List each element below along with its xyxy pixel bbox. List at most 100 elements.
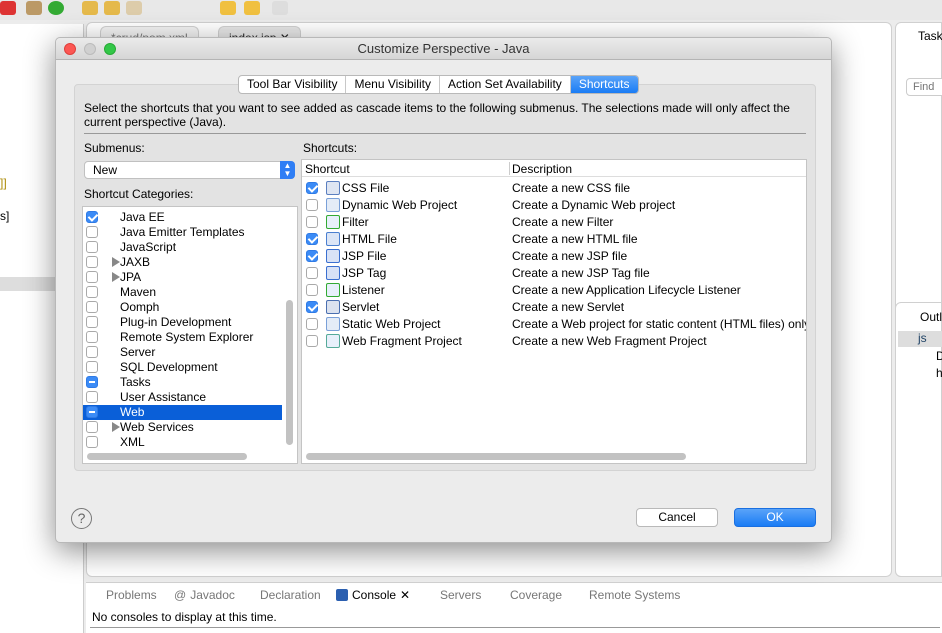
category-row[interactable]: JavaScript — [83, 240, 297, 255]
expand-triangle-icon[interactable] — [112, 272, 120, 282]
category-label: User Assistance — [120, 390, 207, 404]
shortcut-row[interactable]: Servlet Create a new Servlet — [302, 299, 806, 316]
toolbar-icon[interactable] — [26, 1, 42, 15]
category-row[interactable]: Tasks — [83, 375, 297, 390]
category-row[interactable]: SQL Development — [83, 360, 297, 375]
expand-triangle-icon[interactable] — [112, 257, 120, 267]
tab-tool-bar-visibility[interactable]: Tool Bar Visibility — [239, 76, 347, 93]
category-checkbox[interactable] — [86, 301, 98, 313]
tab-label: Coverage — [510, 588, 563, 602]
shortcut-checkbox[interactable] — [306, 199, 318, 211]
category-checkbox[interactable] — [86, 421, 98, 433]
category-row[interactable]: JPA — [83, 270, 297, 285]
tab-coverage[interactable]: Coverage — [496, 588, 562, 602]
tab-remote-systems[interactable]: Remote Systems — [575, 588, 680, 602]
category-row[interactable]: Oomph — [83, 300, 297, 315]
category-row[interactable]: Web Services — [83, 420, 297, 435]
outline-item[interactable]: js — [898, 331, 942, 347]
css-file-icon — [326, 181, 340, 195]
tab-console[interactable]: Console ✕ — [336, 588, 410, 602]
console-message: No consoles to display at this time. — [92, 610, 277, 624]
outline-tab[interactable]: Outl — [920, 310, 942, 324]
back-icon[interactable] — [220, 1, 236, 15]
zoom-button[interactable] — [104, 43, 116, 55]
category-checkbox[interactable] — [86, 286, 98, 298]
category-row[interactable]: Remote System Explorer — [83, 330, 297, 345]
servlet-icon — [326, 300, 340, 314]
categories-list[interactable]: Java EE Java Emitter Templates JavaScript J… — [82, 206, 298, 464]
toolbar-icon[interactable] — [104, 1, 120, 15]
toolbar-icon[interactable] — [48, 1, 64, 15]
shortcut-row[interactable]: Listener Create a new Application Lifecyc… — [302, 282, 806, 299]
shortcut-row[interactable]: Dynamic Web Project Create a Dynamic Web … — [302, 197, 806, 214]
category-row[interactable]: XML — [83, 435, 297, 450]
help-button[interactable]: ? — [71, 508, 92, 529]
close-button[interactable] — [64, 43, 76, 55]
tab-action-set-availability[interactable]: Action Set Availability — [440, 76, 571, 93]
category-checkbox[interactable] — [86, 256, 98, 268]
category-checkbox[interactable] — [86, 376, 98, 388]
shortcut-row[interactable]: Static Web Project Create a Web project f… — [302, 316, 806, 333]
horizontal-scrollbar[interactable] — [87, 453, 247, 460]
category-checkbox[interactable] — [86, 271, 98, 283]
shortcut-checkbox[interactable] — [306, 335, 318, 347]
shortcut-checkbox[interactable] — [306, 318, 318, 330]
tab-servers[interactable]: Servers — [426, 588, 481, 602]
column-header-description[interactable]: Description — [512, 162, 572, 176]
category-checkbox[interactable] — [86, 211, 98, 223]
forward-icon[interactable] — [272, 1, 288, 15]
minimize-button[interactable] — [84, 43, 96, 55]
category-checkbox[interactable] — [86, 226, 98, 238]
category-checkbox[interactable] — [86, 406, 98, 418]
category-row[interactable]: JAXB — [83, 255, 297, 270]
shortcut-checkbox[interactable] — [306, 284, 318, 296]
expand-triangle-icon[interactable] — [112, 422, 120, 432]
outline-item[interactable]: h — [936, 366, 942, 380]
find-input[interactable] — [906, 78, 942, 96]
category-checkbox[interactable] — [86, 346, 98, 358]
category-row[interactable]: User Assistance — [83, 390, 297, 405]
category-row[interactable]: Plug-in Development — [83, 315, 297, 330]
shortcut-checkbox[interactable] — [306, 233, 318, 245]
shortcuts-table[interactable]: Shortcut Description CSS File Create a ne… — [301, 159, 807, 464]
category-checkbox[interactable] — [86, 316, 98, 328]
ok-button[interactable]: OK — [734, 508, 816, 527]
shortcut-row[interactable]: Filter Create a new Filter — [302, 214, 806, 231]
tab-shortcuts[interactable]: Shortcuts — [570, 76, 638, 93]
category-checkbox[interactable] — [86, 391, 98, 403]
shortcut-row[interactable]: CSS File Create a new CSS file — [302, 180, 806, 197]
horizontal-scrollbar[interactable] — [306, 453, 686, 460]
category-row[interactable]: Java EE — [83, 210, 297, 225]
shortcut-checkbox[interactable] — [306, 250, 318, 262]
task-tab[interactable]: Task — [918, 29, 942, 43]
tab-menu-visibility[interactable]: Menu Visibility — [346, 76, 440, 93]
column-header-shortcut[interactable]: Shortcut — [305, 162, 350, 176]
tab-problems[interactable]: Problems — [92, 588, 157, 602]
category-checkbox[interactable] — [86, 436, 98, 448]
toolbar-icon[interactable] — [0, 1, 16, 15]
category-row[interactable]: Java Emitter Templates — [83, 225, 297, 240]
outline-item[interactable]: D — [936, 349, 942, 363]
shortcut-row[interactable]: Web Fragment Project Create a new Web Fra… — [302, 333, 806, 350]
shortcut-row[interactable]: JSP Tag Create a new JSP Tag file — [302, 265, 806, 282]
shortcut-checkbox[interactable] — [306, 182, 318, 194]
category-row[interactable]: Server — [83, 345, 297, 360]
tab-declaration[interactable]: Declaration — [246, 588, 321, 602]
cancel-button[interactable]: Cancel — [636, 508, 718, 527]
tab-javadoc[interactable]: @ Javadoc — [174, 588, 235, 602]
shortcut-row[interactable]: JSP File Create a new JSP file — [302, 248, 806, 265]
toolbar-icon[interactable] — [82, 1, 98, 15]
shortcut-checkbox[interactable] — [306, 216, 318, 228]
shortcut-name: Listener — [342, 283, 385, 297]
toolbar-icon[interactable] — [126, 1, 142, 15]
back-icon[interactable] — [244, 1, 260, 15]
shortcut-row[interactable]: HTML File Create a new HTML file — [302, 231, 806, 248]
category-row[interactable]: Web — [83, 405, 282, 420]
shortcut-checkbox[interactable] — [306, 301, 318, 313]
shortcut-checkbox[interactable] — [306, 267, 318, 279]
category-checkbox[interactable] — [86, 361, 98, 373]
submenu-select[interactable]: New ▲ ▼ — [84, 161, 295, 179]
category-checkbox[interactable] — [86, 331, 98, 343]
category-checkbox[interactable] — [86, 241, 98, 253]
category-row[interactable]: Maven — [83, 285, 297, 300]
